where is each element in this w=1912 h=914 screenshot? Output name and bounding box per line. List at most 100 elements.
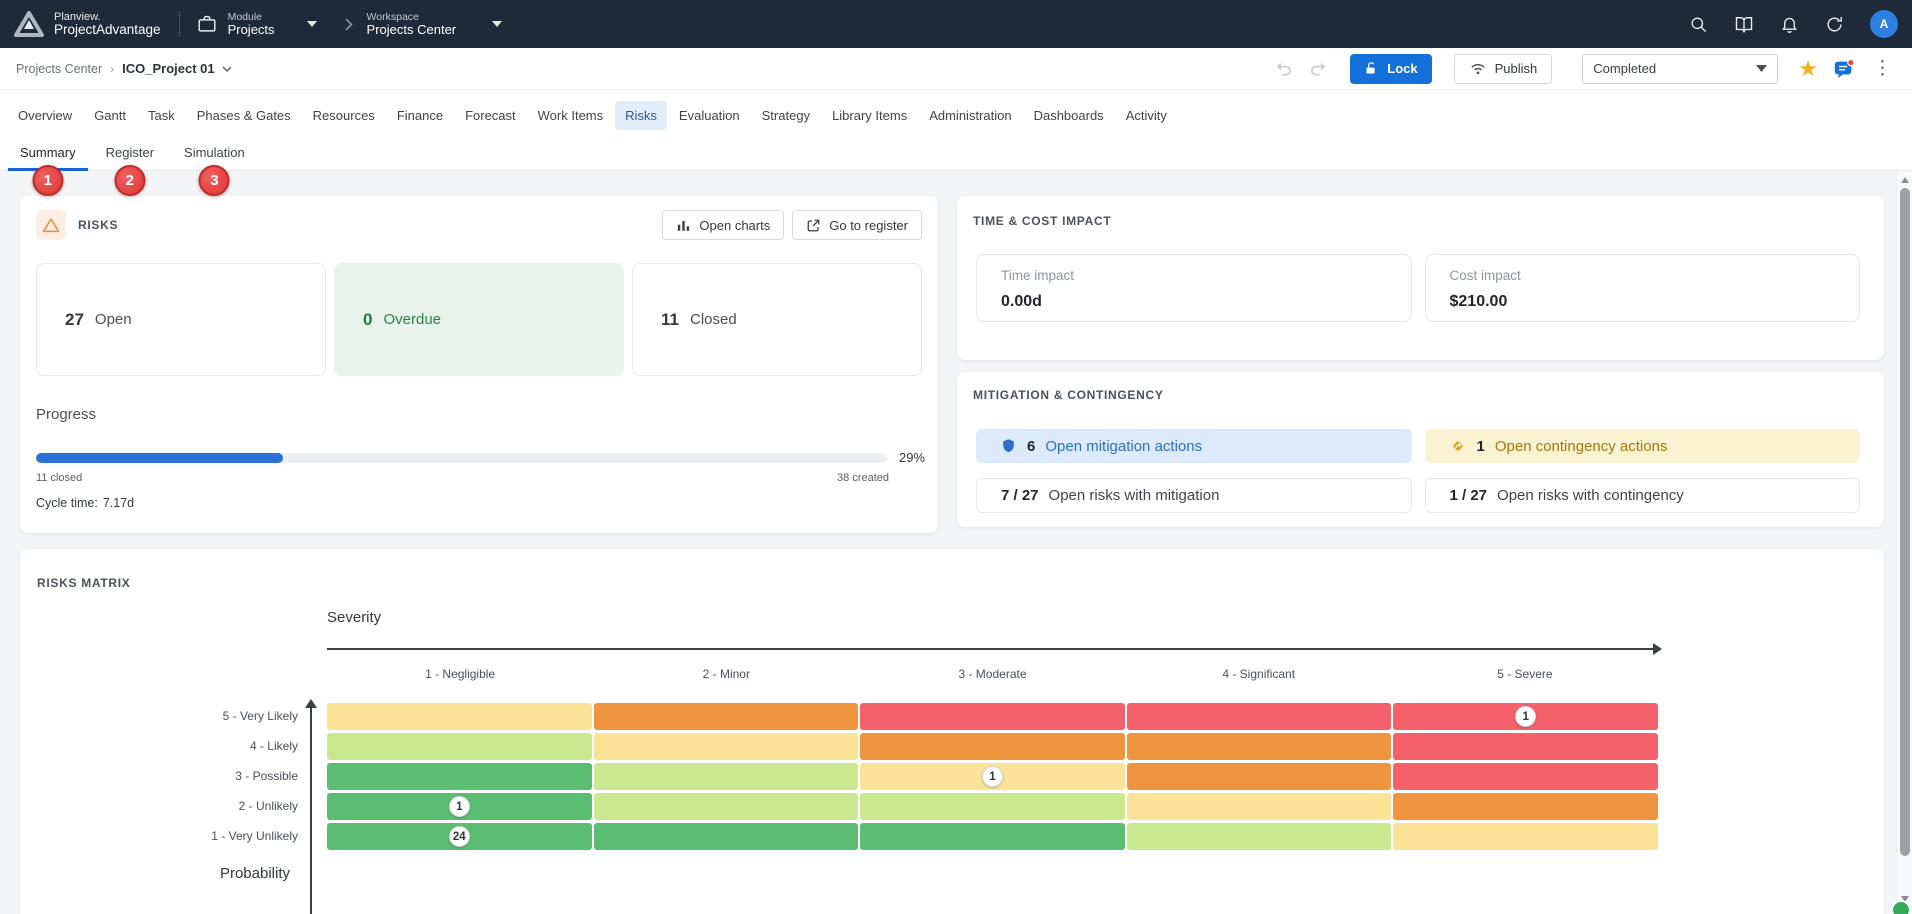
tab-gantt[interactable]: Gantt <box>84 101 136 130</box>
lock-button[interactable]: Lock <box>1350 54 1431 84</box>
open-mitigation-actions-pill[interactable]: 6Open mitigation actions <box>976 429 1412 463</box>
breadcrumb-parent[interactable]: Projects Center <box>16 62 102 76</box>
matrix-cell-r3-c3[interactable] <box>1127 793 1392 820</box>
external-link-icon <box>806 218 821 233</box>
matrix-row-labels: 5 - Very Likely4 - Likely3 - Possible2 -… <box>20 703 298 853</box>
matrix-grid: 1 1 1 24 <box>327 703 1658 850</box>
go-to-register-button[interactable]: Go to register <box>792 210 922 240</box>
progress-closed-count: 11 closed <box>36 472 82 484</box>
refresh-icon[interactable] <box>1825 15 1844 34</box>
briefcase-icon <box>196 13 218 35</box>
module-switcher[interactable]: Module Projects <box>196 11 317 38</box>
tab-work-items[interactable]: Work Items <box>528 101 614 130</box>
workspace-switcher[interactable]: Workspace Projects Center <box>367 11 503 38</box>
tab-forecast[interactable]: Forecast <box>455 101 526 130</box>
undo-icon[interactable] <box>1274 60 1294 78</box>
matrix-cell-r0-c3[interactable] <box>1127 703 1392 730</box>
tab-overview[interactable]: Overview <box>8 101 82 130</box>
bar-chart-icon <box>676 218 691 233</box>
tab-library-items[interactable]: Library Items <box>822 101 917 130</box>
matrix-cell-r1-c2[interactable] <box>860 733 1125 760</box>
matrix-cell-r0-c2[interactable] <box>860 703 1125 730</box>
ratio-value: 1 / 27 <box>1450 487 1488 504</box>
notifications-bell-icon[interactable] <box>1780 14 1799 34</box>
tab-strategy[interactable]: Strategy <box>752 101 820 130</box>
favorite-star-icon[interactable]: ★ <box>1798 58 1818 80</box>
breadcrumb: Projects Center › ICO_Project 01 Lock <box>0 48 1912 90</box>
matrix-cell-r1-c1[interactable] <box>594 733 859 760</box>
chevron-right-icon <box>345 18 353 31</box>
comments-icon[interactable] <box>1832 58 1855 80</box>
breadcrumb-separator: › <box>110 62 114 76</box>
tab-risks[interactable]: Risks <box>615 101 667 130</box>
workspace-label: Workspace <box>367 11 457 23</box>
matrix-cell-r0-c0[interactable] <box>327 703 592 730</box>
matrix-cell-r2-c0[interactable] <box>327 763 592 790</box>
project-menu-caret-icon[interactable] <box>222 66 232 72</box>
matrix-cell-r1-c3[interactable] <box>1127 733 1392 760</box>
ratio-label: Open risks with contingency <box>1497 487 1684 504</box>
vertical-scrollbar[interactable] <box>1896 171 1912 914</box>
matrix-cell-r3-c0[interactable]: 1 <box>327 793 592 820</box>
matrix-cell-r0-c4[interactable]: 1 <box>1393 703 1658 730</box>
tab-phases-gates[interactable]: Phases & Gates <box>187 101 301 130</box>
user-avatar[interactable]: A <box>1870 10 1898 38</box>
tab-activity[interactable]: Activity <box>1116 101 1177 130</box>
impact-value: 0.00d <box>1001 293 1411 311</box>
risk-stat-overdue[interactable]: 0Overdue <box>334 263 624 376</box>
matrix-cell-r2-c2[interactable]: 1 <box>860 763 1125 790</box>
header-band: Projects Center › ICO_Project 01 Lock <box>0 48 1912 171</box>
subtab-summary[interactable]: Summary1 <box>8 140 88 171</box>
matrix-cell-r1-c0[interactable] <box>327 733 592 760</box>
subtab-simulation[interactable]: Simulation3 <box>172 140 257 171</box>
matrix-column-labels: 1 - Negligible2 - Minor3 - Moderate4 - S… <box>327 667 1658 681</box>
subtab-label: Register <box>106 145 154 160</box>
status-dropdown[interactable]: Completed <box>1582 54 1778 84</box>
matrix-cell-r3-c2[interactable] <box>860 793 1125 820</box>
matrix-cell-r3-c1[interactable] <box>594 793 859 820</box>
redo-icon[interactable] <box>1308 60 1328 78</box>
cycle-time-label: Cycle time: <box>36 496 98 510</box>
matrix-cell-r3-c4[interactable] <box>1393 793 1658 820</box>
open-risks-with-mitigation-box: 7 / 27Open risks with mitigation <box>976 478 1412 513</box>
scroll-up-arrow-icon[interactable] <box>1901 177 1909 183</box>
matrix-cell-r0-c1[interactable] <box>594 703 859 730</box>
risk-stat-closed[interactable]: 11Closed <box>632 263 922 376</box>
subtab-label: Simulation <box>184 145 245 160</box>
matrix-cell-r4-c1[interactable] <box>594 823 859 850</box>
dropdown-caret-icon <box>1756 65 1767 72</box>
progress-fill <box>36 453 283 463</box>
tab-evaluation[interactable]: Evaluation <box>669 101 750 130</box>
publish-button[interactable]: Publish <box>1454 54 1553 84</box>
module-label: Module <box>228 11 275 23</box>
subtab-register[interactable]: Register2 <box>94 140 166 171</box>
matrix-cell-r2-c1[interactable] <box>594 763 859 790</box>
matrix-cell-r1-c4[interactable] <box>1393 733 1658 760</box>
matrix-cell-r4-c3[interactable] <box>1127 823 1392 850</box>
more-options-kebab-icon[interactable]: ⋮ <box>1869 57 1896 80</box>
open-charts-button[interactable]: Open charts <box>662 210 784 240</box>
matrix-cell-r2-c4[interactable] <box>1393 763 1658 790</box>
status-value: Completed <box>1593 61 1656 76</box>
tab-dashboards[interactable]: Dashboards <box>1024 101 1114 130</box>
tab-administration[interactable]: Administration <box>919 101 1021 130</box>
matrix-cell-r4-c0[interactable]: 24 <box>327 823 592 850</box>
impact-label: Cost impact <box>1450 268 1860 283</box>
highlight-count: 1 <box>1477 438 1485 455</box>
matrix-cell-r4-c2[interactable] <box>860 823 1125 850</box>
matrix-count-badge: 1 <box>1515 706 1536 727</box>
tab-task[interactable]: Task <box>138 101 185 130</box>
open-contingency-actions-pill[interactable]: 1Open contingency actions <box>1425 429 1861 463</box>
risk-stat-open[interactable]: 27Open <box>36 263 326 376</box>
tab-finance[interactable]: Finance <box>387 101 453 130</box>
scrollbar-thumb[interactable] <box>1900 188 1910 856</box>
tab-resources[interactable]: Resources <box>303 101 385 130</box>
matrix-cell-r4-c4[interactable] <box>1393 823 1658 850</box>
help-book-icon[interactable] <box>1734 14 1754 34</box>
matrix-col-label-2-minor: 2 - Minor <box>593 667 859 681</box>
search-icon[interactable] <box>1689 15 1708 34</box>
chevron-down-icon <box>307 21 317 27</box>
shield-icon <box>1000 437 1017 455</box>
matrix-cell-r2-c3[interactable] <box>1127 763 1392 790</box>
chat-widget-dot[interactable] <box>1891 900 1911 914</box>
